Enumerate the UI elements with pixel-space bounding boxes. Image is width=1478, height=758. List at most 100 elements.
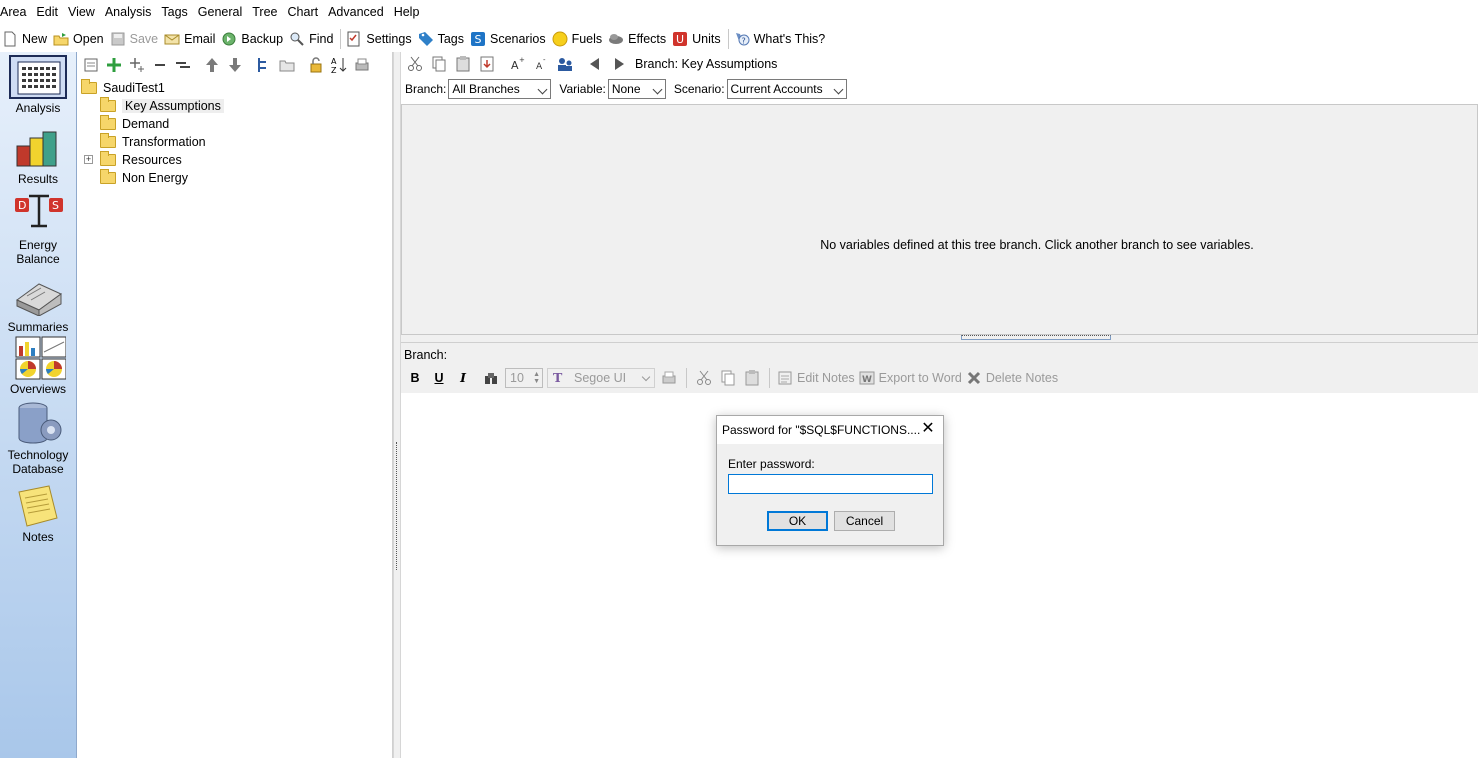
decrease-font-icon[interactable]: A- <box>531 54 551 74</box>
cut-icon[interactable] <box>405 54 425 74</box>
folder-icon[interactable] <box>277 55 297 75</box>
edit-notes-button[interactable]: Edit Notes <box>777 367 855 389</box>
copy-icon[interactable] <box>429 54 449 74</box>
export-to-word-button[interactable]: W Export to Word <box>859 367 962 389</box>
view-energy-balance[interactable]: DS Energy Balance <box>0 192 76 266</box>
units-button[interactable]: U Units <box>670 28 724 50</box>
increase-font-icon[interactable]: A + <box>507 54 527 74</box>
variable-filter-select[interactable]: None <box>607 79 666 99</box>
menu-edit[interactable]: Edit <box>31 0 63 25</box>
tree-item-demand[interactable]: Demand <box>77 115 393 133</box>
view-overviews[interactable]: Overviews <box>0 336 76 396</box>
tree-item-transformation[interactable]: Transformation <box>77 133 393 151</box>
view-analysis[interactable]: Analysis <box>0 55 76 115</box>
back-icon[interactable] <box>585 54 605 74</box>
tree-properties-icon[interactable] <box>81 55 101 75</box>
svg-text:S: S <box>52 199 59 212</box>
tree-item-label: Non Energy <box>122 171 189 185</box>
view-technology-database[interactable]: Technology Database <box>0 402 76 476</box>
email-button[interactable]: Email <box>162 28 219 50</box>
email-label: Email <box>184 31 216 46</box>
svg-text:S: S <box>474 33 481 46</box>
find-replace-icon[interactable] <box>481 368 501 388</box>
scenarios-button[interactable]: S Scenarios <box>468 28 550 50</box>
move-up-icon[interactable] <box>202 55 222 75</box>
delete-notes-button[interactable]: Delete Notes <box>966 367 1058 389</box>
main-toolbar: New Open Save Email Backup Find Settings… <box>0 26 1478 51</box>
expand-icon[interactable]: + <box>84 155 93 164</box>
tree-root[interactable]: SaudiTest1 <box>77 79 393 97</box>
view-results-label: Results <box>17 172 58 186</box>
horizontal-splitter[interactable] <box>401 335 1478 343</box>
cut-icon[interactable] <box>694 368 714 388</box>
energy-balance-icon: DS <box>9 192 67 236</box>
copy-icon[interactable] <box>718 368 738 388</box>
paste-icon[interactable] <box>453 54 473 74</box>
bold-button[interactable]: B <box>405 368 425 388</box>
users-icon[interactable] <box>555 54 575 74</box>
find-label: Find <box>309 31 334 46</box>
notes-icon <box>9 484 67 528</box>
settings-button[interactable]: Settings <box>344 28 415 50</box>
analysis-pane: A + A- Branch: Key Assumptions Branch: Al… <box>401 52 1478 758</box>
view-summaries[interactable]: Summaries <box>0 274 76 334</box>
print-icon[interactable] <box>352 55 372 75</box>
menu-tree[interactable]: Tree <box>247 0 282 25</box>
menu-help[interactable]: Help <box>389 0 425 25</box>
underline-button[interactable]: U <box>429 368 449 388</box>
tree-item-key-assumptions[interactable]: Key Assumptions <box>77 97 393 115</box>
whats-this-button[interactable]: ? What's This? <box>732 28 830 50</box>
notes-title: Branch: <box>404 348 448 362</box>
forward-icon[interactable] <box>609 54 629 74</box>
import-icon[interactable] <box>477 54 497 74</box>
menu-view[interactable]: View <box>63 0 100 25</box>
password-input[interactable] <box>728 474 933 494</box>
add-branch-icon[interactable] <box>104 55 124 75</box>
menu-general[interactable]: General <box>193 0 247 25</box>
delete-multiple-icon[interactable] <box>173 55 193 75</box>
italic-button[interactable]: I <box>453 368 473 388</box>
fuels-button[interactable]: Fuels <box>550 28 607 50</box>
ok-button[interactable]: OK <box>767 511 828 531</box>
folder-icon <box>100 169 116 184</box>
print-notes-icon[interactable] <box>659 368 679 388</box>
view-notes-label: Notes <box>22 530 54 544</box>
move-down-icon[interactable] <box>225 55 245 75</box>
cancel-button[interactable]: Cancel <box>834 511 895 531</box>
effects-button[interactable]: Effects <box>606 28 670 50</box>
menu-tags[interactable]: Tags <box>156 0 192 25</box>
branch-filter-label: Branch: <box>405 82 447 96</box>
menu-chart[interactable]: Chart <box>283 0 324 25</box>
menu-area[interactable]: Area <box>0 0 31 25</box>
backup-button[interactable]: Backup <box>219 28 287 50</box>
chevron-down-icon <box>833 84 843 95</box>
splitter-grip[interactable] <box>396 442 399 570</box>
font-size-stepper[interactable]: 10 ▲ ▼ <box>505 368 543 388</box>
new-button[interactable]: New <box>0 28 51 50</box>
scenario-filter-select[interactable]: Current Accounts <box>726 79 847 99</box>
view-bar: Analysis Results DS Energy Balance Summa… <box>0 52 77 758</box>
font-name-select[interactable]: T Segoe UI <box>547 368 655 388</box>
tree-item-non-energy[interactable]: Non Energy <box>77 169 393 187</box>
close-icon[interactable]: ✕ <box>921 421 935 437</box>
password-dialog: Password for "$SQL$FUNCTIONS.... ✕ Enter… <box>716 415 944 546</box>
menu-analysis[interactable]: Analysis <box>100 0 157 25</box>
paste-icon[interactable] <box>742 368 762 388</box>
view-notes[interactable]: Notes <box>0 484 76 544</box>
tree-outline-icon[interactable] <box>254 55 274 75</box>
splitter-grip[interactable] <box>961 335 1111 340</box>
delete-branch-icon[interactable] <box>150 55 170 75</box>
menu-advanced[interactable]: Advanced <box>323 0 389 25</box>
vertical-splitter[interactable] <box>393 52 401 758</box>
lock-icon[interactable] <box>306 55 326 75</box>
save-button[interactable]: Save <box>108 28 163 50</box>
add-multiple-icon[interactable] <box>127 55 147 75</box>
tags-button[interactable]: Tags <box>416 28 468 50</box>
view-results[interactable]: Results <box>0 126 76 186</box>
branch-filter-select[interactable]: All Branches <box>448 79 552 99</box>
open-button[interactable]: Open <box>51 28 108 50</box>
sort-icon[interactable]: AZ <box>329 55 349 75</box>
folder-icon <box>100 151 116 166</box>
find-button[interactable]: Find <box>287 28 337 50</box>
tree-item-resources[interactable]: + Resources <box>77 151 393 169</box>
